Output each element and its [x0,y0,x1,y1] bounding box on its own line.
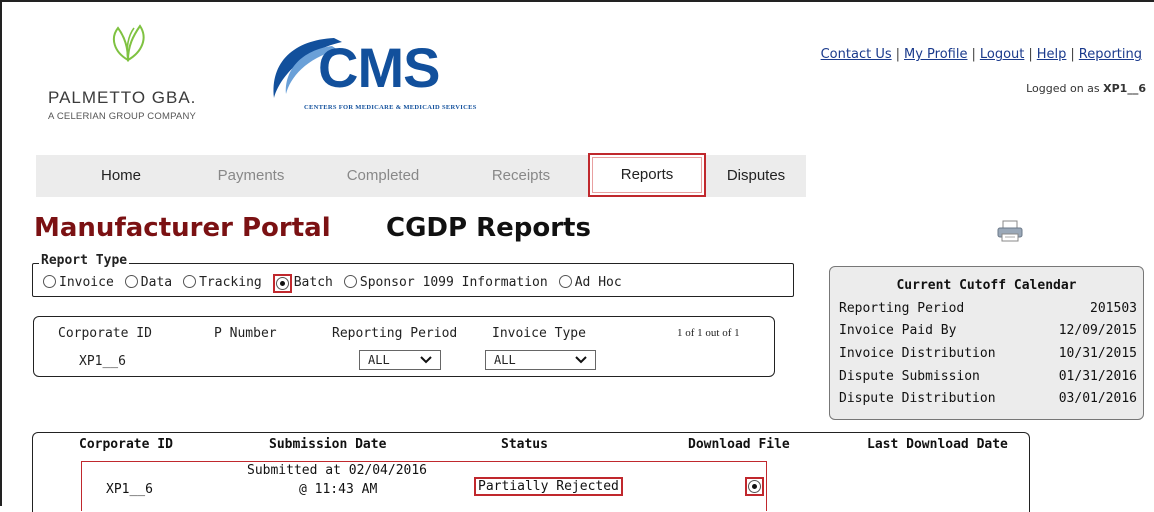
calendar-label: Invoice Distribution [839,346,996,361]
row-corporate-id: XP1__6 [106,482,153,497]
link-separator: | [1070,47,1075,62]
option-batch[interactable]: Batch [272,274,333,293]
submission-date-line1: Submitted at 02/04/2016 [247,463,428,478]
pagination-label: 1 of 1 out of 1 [677,327,740,339]
filter-header-corporate-id: Corporate ID [58,326,152,341]
chevron-down-icon [420,356,432,364]
tab-reports-label: Reports [620,166,674,183]
radio-tracking[interactable] [183,275,197,288]
reporting-link[interactable]: Reporting [1079,47,1142,62]
calendar-row: Invoice Distribution 10/31/2015 [839,346,1137,361]
report-type-options: Invoice Data Tracking Batch Sponsor 1099 Inf… [43,274,633,293]
calendar-title: Current Cutoff Calendar [896,278,1077,293]
option-label: Data [140,275,173,290]
cms-tagline: CENTERS FOR MEDICARE & MEDICAID SERVICES [304,104,477,111]
results-table: Corporate ID Submission Date Status Down… [32,432,1030,512]
filter-panel: Corporate ID P Number Reporting Period I… [33,316,775,377]
option-tracking[interactable]: Tracking [183,275,262,290]
contact-us-link[interactable]: Contact Us [821,47,892,62]
col-header-status: Status [501,437,548,452]
tab-payments[interactable]: Payments [196,155,306,197]
help-link[interactable]: Help [1037,47,1067,62]
palmetto-subtitle: A CELERIAN GROUP COMPANY [48,111,197,122]
logout-link[interactable]: Logout [980,47,1025,62]
corporate-id-value: XP1__6 [79,354,126,369]
link-separator: | [895,47,900,62]
calendar-row: Invoice Paid By 12/09/2015 [839,323,1137,338]
radio-sponsor-1099[interactable] [343,275,357,288]
calendar-row: Dispute Submission 01/31/2016 [839,369,1137,384]
calendar-label: Dispute Distribution [839,391,996,406]
invoice-type-select[interactable]: ALL [485,350,596,370]
calendar-label: Invoice Paid By [839,323,957,338]
palmetto-name: PALMETTO GBA. [48,88,197,107]
cutoff-calendar: Current Cutoff Calendar Reporting Period… [829,266,1144,420]
option-ad-hoc[interactable]: Ad Hoc [558,275,622,290]
option-label: Ad Hoc [574,275,622,290]
filter-header-invoice-type: Invoice Type [492,326,586,341]
option-sponsor-1099[interactable]: Sponsor 1099 Information [343,275,548,290]
calendar-value: 01/31/2016 [1058,369,1137,384]
reporting-period-value: ALL [368,353,390,367]
page-subtitle: CGDP Reports [386,213,591,243]
filter-header-p-number: P Number [214,326,277,341]
submission-date-line2: @ 11:43 AM [299,482,378,497]
link-separator: | [971,47,976,62]
calendar-label: Reporting Period [839,301,965,316]
calendar-row: Dispute Distribution 03/01/2016 [839,391,1137,406]
tab-reports[interactable]: Reports [588,153,706,197]
my-profile-link[interactable]: My Profile [904,47,967,62]
palmetto-logo: PALMETTO GBA. A CELERIAN GROUP COMPANY [48,22,238,132]
cms-letters: CMS [318,36,440,99]
radio-data[interactable] [124,275,138,288]
col-header-last-download-date: Last Download Date [867,437,1008,452]
invoice-type-value: ALL [494,353,516,367]
radio-batch[interactable] [275,277,289,290]
main-nav: Home Payments Completed Receipts Reports… [36,153,806,197]
chevron-down-icon [575,356,587,364]
cms-logo: CMS CENTERS FOR MEDICARE & MEDICAID SERV… [264,34,504,134]
download-file-radio[interactable] [748,480,761,493]
calendar-value: 12/09/2015 [1058,323,1137,338]
calendar-value: 201503 [1090,301,1137,316]
printer-icon[interactable] [997,220,1023,242]
top-links: Contact Us | My Profile | Logout | Help | Report… [821,47,1142,62]
tab-disputes[interactable]: Disputes [706,155,806,197]
option-label: Invoice [59,275,114,290]
calendar-value: 10/31/2015 [1058,346,1137,361]
tab-completed[interactable]: Completed [318,155,448,197]
download-highlight [745,477,764,496]
page-title: Manufacturer Portal [34,213,331,243]
option-label: Tracking [199,275,262,290]
tab-home[interactable]: Home [66,155,176,197]
calendar-value: 03/01/2016 [1058,391,1137,406]
reporting-period-select[interactable]: ALL [359,350,441,370]
palmetto-leaf-icon [112,24,145,62]
option-label: Sponsor 1099 Information [359,275,548,290]
option-invoice[interactable]: Invoice [43,275,114,290]
logged-on-user: XP1__6 [1103,82,1146,95]
logged-on-label: Logged on as XP1__6 [1026,82,1146,95]
batch-highlight [272,274,292,293]
logged-on-prefix: Logged on as [1026,82,1100,95]
report-type-legend: Report Type [39,253,130,268]
col-header-download-file: Download File [688,437,790,452]
calendar-row: Reporting Period 201503 [839,301,1137,316]
tab-receipts[interactable]: Receipts [466,155,576,197]
option-data[interactable]: Data [124,275,173,290]
link-separator: | [1028,47,1033,62]
col-header-submission-date: Submission Date [269,437,387,452]
radio-invoice[interactable] [43,275,56,288]
calendar-label: Dispute Submission [839,369,980,384]
col-header-corporate-id: Corporate ID [79,437,173,452]
report-type-group: Report Type Invoice Data Tracking Batch Spon… [32,253,794,297]
radio-ad-hoc[interactable] [558,275,572,288]
filter-header-reporting-period: Reporting Period [332,326,458,341]
status-badge: Partially Rejected [474,477,623,496]
option-label: Batch [293,275,333,290]
